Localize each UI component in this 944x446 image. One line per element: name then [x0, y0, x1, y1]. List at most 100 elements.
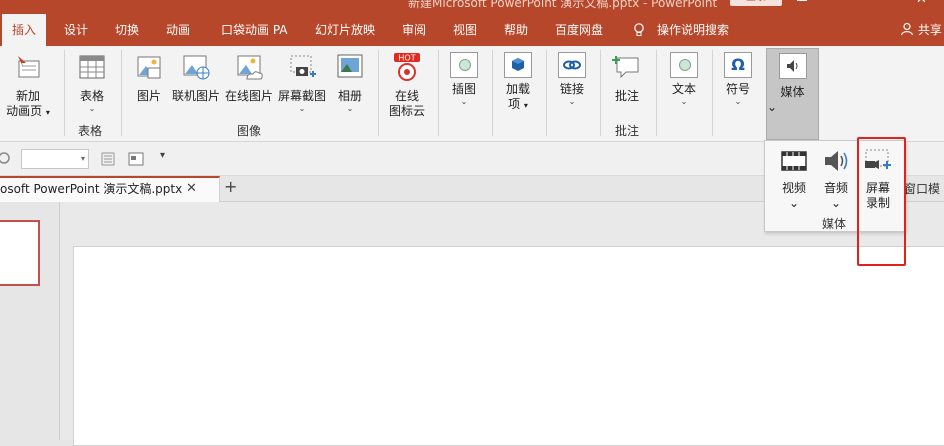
audio-label: 音频 [823, 181, 848, 195]
tab-transitions[interactable]: 切换 [115, 14, 139, 46]
group-label-images: 图像 [237, 124, 262, 138]
chevron-down-icon: ⌄ [680, 97, 688, 106]
table-label: 表格 [79, 89, 104, 103]
group-separator [546, 50, 547, 136]
tab-pocket-animation[interactable]: 口袋动画 PA [221, 14, 288, 46]
group-separator [600, 50, 601, 136]
album-button[interactable]: 相册 ⌄ [332, 52, 368, 114]
share-button[interactable]: 共享 [900, 14, 942, 46]
new-animation-page-button[interactable]: 新加 动画页 ▾ [2, 52, 54, 120]
online-picture-icon [183, 55, 210, 80]
omega-icon: Ω [724, 52, 752, 78]
text-button[interactable]: 文本 ⌄ [666, 50, 702, 107]
tab-slideshow[interactable]: 幻灯片放映 [315, 14, 375, 46]
window-title: 新建Microsoft PowerPoint 演示文稿.pptx - Power… [408, 0, 718, 10]
table-icon [79, 55, 105, 79]
group-separator [121, 50, 122, 136]
picture-button[interactable]: 图片 [130, 52, 168, 104]
group-label-table: 表格 [78, 124, 103, 138]
group-separator [378, 50, 379, 136]
tab-baidu-netdisk[interactable]: 百度网盘 [555, 14, 603, 46]
window-mode-label: 窗口模 [904, 182, 941, 196]
links-button[interactable]: 链接 ⌄ [554, 50, 590, 107]
person-icon [900, 22, 914, 36]
addins-button[interactable]: 加载 项 ▾ [500, 50, 536, 113]
close-window-icon[interactable]: ✕ [916, 0, 927, 7]
links-label: 链接 [559, 82, 584, 96]
online-picture-label: 联机图片 [171, 89, 220, 103]
group-separator [656, 50, 657, 136]
text-label: 文本 [671, 82, 696, 96]
tell-me-search[interactable]: 操作说明搜索 [657, 14, 729, 46]
font-size-combo[interactable]: ▾ [21, 149, 89, 169]
web-picture-label: 在线图片 [224, 89, 273, 103]
group-separator [712, 50, 713, 136]
customize-qat-icon[interactable]: ▾ [160, 150, 165, 161]
minimize-icon[interactable] [797, 0, 807, 1]
screenshot-icon [290, 55, 316, 77]
comment-label: 批注 [614, 89, 639, 103]
tab-view[interactable]: 视图 [453, 14, 477, 46]
list-icon[interactable] [100, 151, 116, 167]
illustrations-button[interactable]: 插图 ⌄ [446, 50, 482, 107]
media-button[interactable]: 媒体 ⌄ [766, 48, 819, 140]
login-button[interactable]: 登录 [730, 0, 782, 6]
group-separator [438, 50, 439, 136]
ribbon: 新加 动画页 ▾ 表格 ⌄ 表格 图片 联机图片 在线图片 屏幕截图 ⌄ 相册 … [0, 46, 944, 142]
chevron-down-icon: ⌄ [88, 104, 96, 113]
table-button[interactable]: 表格 ⌄ [70, 52, 114, 114]
slide-thumbnail[interactable] [0, 220, 40, 286]
highlight-box [857, 137, 906, 266]
chevron-down-icon: ⌄ [346, 104, 354, 113]
audio-button[interactable]: 音频 ⌄ [819, 147, 853, 211]
speaker-icon [778, 53, 807, 79]
group-label-comment: 批注 [615, 124, 640, 138]
link-icon [558, 52, 586, 78]
web-picture-button[interactable]: 在线图片 [224, 52, 274, 104]
group-separator [64, 50, 65, 136]
chevron-down-icon: ⌄ [298, 104, 306, 113]
close-tab-icon[interactable]: ✕ [186, 178, 197, 200]
tab-help[interactable]: 帮助 [504, 14, 528, 46]
icon-cloud-button[interactable]: HOT 在线 图标云 [384, 52, 430, 119]
chevron-down-icon: ⌄ [767, 100, 778, 114]
album-label: 相册 [337, 89, 362, 103]
chevron-down-icon: ⌄ [788, 196, 800, 210]
new-slide-icon [18, 56, 40, 78]
screenshot-label: 屏幕截图 [277, 89, 326, 103]
text-icon [670, 52, 698, 78]
new-anim-line2: 动画页 ▾ [6, 104, 50, 118]
chevron-down-icon: ⌄ [460, 97, 468, 106]
lasso-icon[interactable] [0, 151, 12, 167]
symbols-label: 符号 [725, 82, 750, 96]
comment-button[interactable]: 批注 [608, 52, 646, 104]
media-label: 媒体 [780, 85, 805, 99]
share-label: 共享 [917, 23, 942, 37]
tab-design[interactable]: 设计 [64, 14, 88, 46]
editor-canvas [60, 202, 944, 446]
cloud-picture-icon [237, 55, 263, 80]
document-tab-name: osoft PowerPoint 演示文稿.pptx [0, 182, 183, 196]
illustration-icon [450, 52, 478, 78]
video-button[interactable]: 视频 ⌄ [777, 147, 811, 211]
screenshot-button[interactable]: 屏幕截图 ⌄ [276, 52, 328, 114]
new-anim-line1: 新加 [15, 89, 40, 103]
tab-animations[interactable]: 动画 [166, 14, 190, 46]
online-picture-button[interactable]: 联机图片 [170, 52, 222, 104]
slide[interactable] [73, 246, 944, 446]
slide-thumbnail-pane [0, 202, 60, 440]
layout-icon[interactable] [128, 151, 144, 167]
symbols-button[interactable]: Ω 符号 ⌄ [720, 50, 756, 107]
addins-line1: 加载 [505, 82, 530, 96]
document-tab[interactable]: osoft PowerPoint 演示文稿.pptx ✕ [0, 176, 220, 202]
tab-review[interactable]: 审阅 [402, 14, 426, 46]
ribbon-tab-bar: 插入 设计 切换 动画 口袋动画 PA 幻灯片放映 审阅 视图 帮助 百度网盘 … [0, 14, 944, 46]
group-label-media: 媒体 [822, 217, 847, 231]
chevron-down-icon: ⌄ [568, 97, 576, 106]
new-tab-button[interactable]: + [224, 177, 237, 196]
chevron-down-icon: ⌄ [734, 97, 742, 106]
title-bar: 新建Microsoft PowerPoint 演示文稿.pptx - Power… [0, 0, 944, 14]
tab-insert[interactable]: 插入 [2, 14, 47, 46]
hot-badge-text: HOT [398, 54, 415, 63]
speaker-icon [825, 151, 848, 171]
